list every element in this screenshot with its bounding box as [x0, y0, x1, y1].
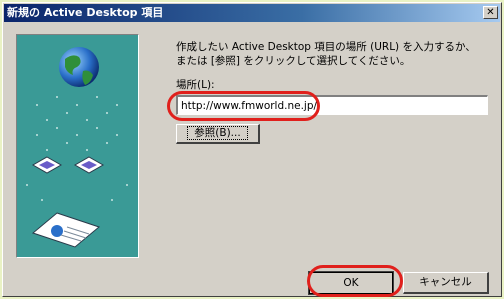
close-button[interactable]: ✕ [483, 6, 498, 19]
browse-button[interactable]: 参照(B)... [176, 124, 260, 144]
illustration-graphic [26, 47, 128, 248]
browse-button-label: 参照(B)... [187, 126, 248, 140]
title-bar[interactable]: 新規の Active Desktop 項目 ✕ [4, 4, 500, 22]
desktop-item-icon [31, 156, 105, 174]
url-input[interactable] [176, 95, 488, 115]
close-icon: ✕ [486, 7, 495, 18]
document-icon [31, 212, 101, 248]
instruction-text: 作成したい Active Desktop 項目の場所 (URL) を入力するか、… [176, 40, 492, 68]
location-label: 場所(L): [176, 79, 215, 91]
cancel-button[interactable]: キャンセル [403, 272, 489, 294]
globe-icon [59, 47, 99, 87]
dot-pattern [26, 96, 128, 201]
window-title: 新規の Active Desktop 項目 [7, 6, 164, 19]
instruction-line-2: または [参照] をクリックして選択してください。 [176, 55, 411, 67]
ok-button[interactable]: OK [308, 271, 394, 295]
wizard-illustration [16, 34, 139, 258]
instruction-line-1: 作成したい Active Desktop 項目の場所 (URL) を入力するか、 [176, 41, 476, 53]
